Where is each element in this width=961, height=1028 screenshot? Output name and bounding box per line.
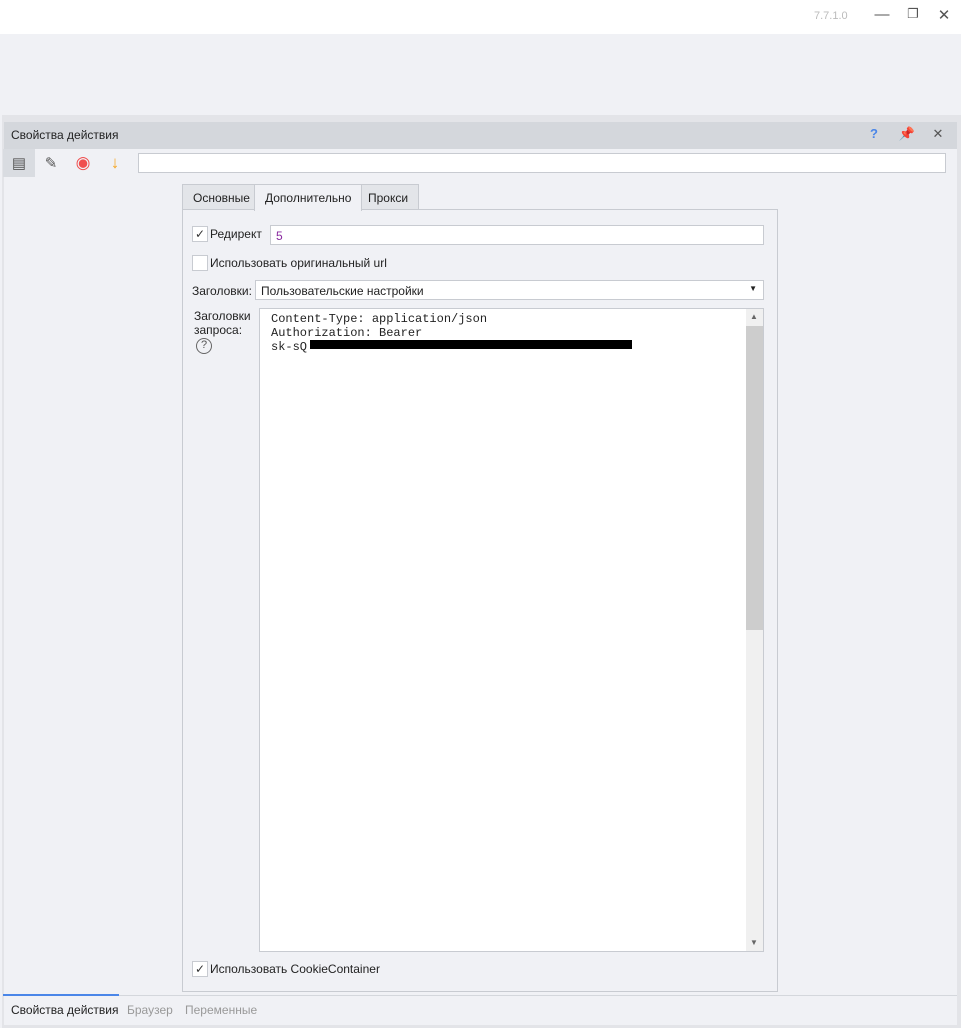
- tab-main[interactable]: Основные: [182, 184, 261, 210]
- pin-icon[interactable]: 📌: [897, 126, 917, 144]
- minimize-icon[interactable]: —: [871, 6, 893, 26]
- redirect-input[interactable]: 5: [270, 225, 764, 245]
- headers-select-value: Пользовательские настройки: [261, 284, 424, 298]
- original-url-label: Использовать оригинальный url: [210, 256, 387, 270]
- request-headers-textarea[interactable]: Content-Type: application/json Authorizat…: [259, 308, 764, 952]
- cookie-checkbox[interactable]: ✓: [192, 961, 208, 977]
- active-tab-indicator: [3, 994, 119, 996]
- headers-label: Заголовки:: [192, 284, 252, 298]
- panel-close-icon[interactable]: ✕: [928, 126, 948, 144]
- toolbar-input[interactable]: [138, 153, 946, 173]
- header-line: Authorization: Bearer: [271, 326, 423, 340]
- scroll-down-icon[interactable]: ▼: [750, 938, 758, 947]
- panel-header: [4, 122, 957, 149]
- chevron-down-icon: ▼: [749, 284, 757, 293]
- help-icon[interactable]: ?: [864, 126, 884, 144]
- scrollbar-thumb[interactable]: [746, 326, 763, 630]
- arrow-down-icon[interactable]: ↓: [99, 149, 131, 177]
- tab-additional[interactable]: Дополнительно: [254, 184, 363, 211]
- request-headers-label-2: запроса:: [194, 323, 243, 337]
- help-circle-icon[interactable]: ?: [196, 338, 212, 354]
- redaction-bar: [310, 340, 632, 349]
- edit-icon[interactable]: ✎: [35, 149, 67, 177]
- bottom-tab-variables[interactable]: Переменные: [185, 1003, 257, 1017]
- properties-gear-icon[interactable]: ▤: [3, 149, 35, 177]
- headers-select[interactable]: Пользовательские настройки ▼: [255, 280, 764, 300]
- close-icon[interactable]: ✕: [933, 6, 955, 26]
- redirect-checkbox[interactable]: ✓: [192, 226, 208, 242]
- redirect-label: Редирект: [210, 227, 262, 241]
- header-line: Content-Type: application/json: [271, 312, 488, 326]
- request-headers-label-1: Заголовки: [194, 309, 251, 323]
- original-url-checkbox[interactable]: [192, 255, 208, 271]
- record-icon[interactable]: ◉: [67, 149, 99, 177]
- bottom-tab-browser[interactable]: Браузер: [127, 1003, 173, 1017]
- cookie-label: Использовать CookieContainer: [210, 962, 380, 976]
- version-label: 7.7.1.0: [814, 10, 848, 22]
- scroll-up-icon[interactable]: ▲: [750, 312, 758, 321]
- restore-icon[interactable]: ❐: [902, 6, 924, 26]
- panel-title: Свойства действия: [11, 128, 119, 142]
- tab-proxy[interactable]: Прокси: [357, 184, 420, 210]
- bottom-tab-properties[interactable]: Свойства действия: [11, 1003, 118, 1017]
